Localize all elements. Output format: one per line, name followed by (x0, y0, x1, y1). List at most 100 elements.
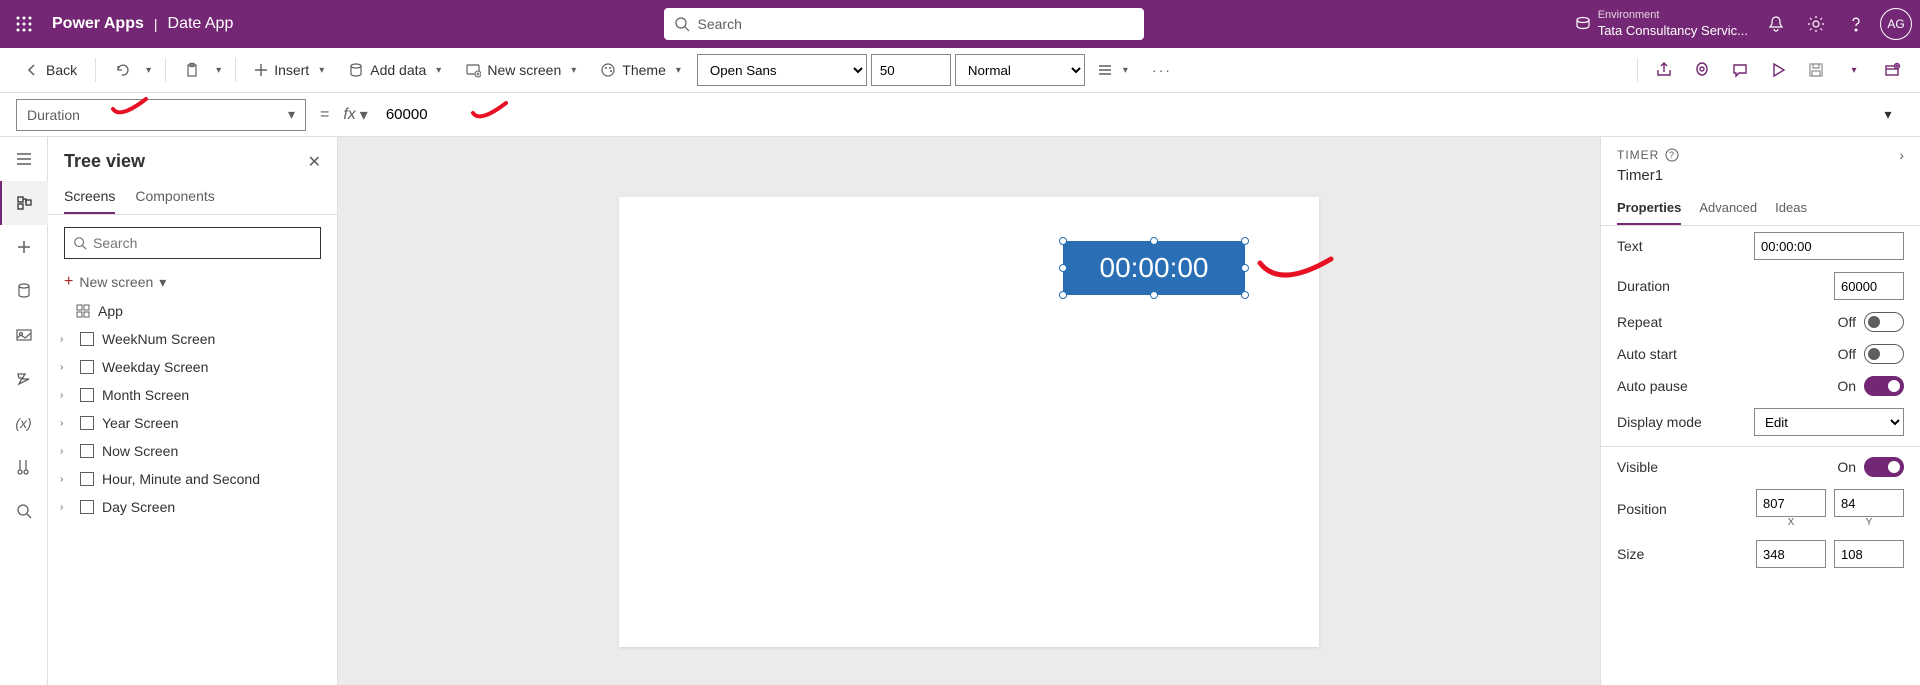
insert-label: Insert (274, 62, 309, 78)
paste-button[interactable] (176, 54, 208, 86)
rail-treeview-icon[interactable] (0, 181, 48, 225)
prop-autopause-label: Auto pause (1617, 378, 1688, 394)
prop-y-input[interactable] (1834, 489, 1904, 517)
prop-duration-label: Duration (1617, 278, 1670, 294)
timer-display: 00:00:00 (1100, 252, 1209, 284)
design-canvas[interactable]: 00:00:00 (338, 137, 1600, 685)
new-screen-button[interactable]: New screen ▾ (457, 54, 588, 86)
property-selector[interactable]: Duration ▾ (16, 99, 306, 131)
screen-icon (465, 62, 481, 78)
rail-variables-icon[interactable]: (x) (0, 401, 48, 445)
panel-expand-icon[interactable]: › (1899, 147, 1904, 163)
rail-search-icon[interactable] (0, 489, 48, 533)
tree-new-screen-label: New screen (79, 274, 153, 290)
tree-item[interactable]: ›Weekday Screen (48, 353, 337, 381)
prop-repeat-toggle[interactable] (1864, 312, 1904, 332)
publish-icon[interactable] (1880, 58, 1904, 82)
help-icon[interactable] (1836, 4, 1876, 44)
rail-insert-icon[interactable] (0, 225, 48, 269)
canvas-screen[interactable]: 00:00:00 (619, 197, 1319, 647)
rail-hamburger-icon[interactable] (0, 137, 48, 181)
prop-visible-toggle[interactable] (1864, 457, 1904, 477)
undo-chevron[interactable]: ▾ (142, 65, 155, 76)
tree-new-screen[interactable]: + New screen ▾ (48, 267, 337, 297)
clipboard-icon (184, 62, 200, 78)
preview-icon[interactable] (1766, 58, 1790, 82)
palette-icon (600, 62, 616, 78)
paste-chevron[interactable]: ▾ (212, 65, 225, 76)
svg-text:?: ? (1669, 150, 1675, 160)
formula-expand-icon[interactable]: ▾ (1872, 99, 1904, 131)
close-icon[interactable]: ✕ (308, 152, 321, 172)
undo-button[interactable] (106, 54, 138, 86)
app-name-label: Date App (168, 15, 234, 33)
add-data-button[interactable]: Add data ▾ (340, 54, 453, 86)
env-name: Tata Consultancy Servic... (1598, 23, 1748, 38)
add-data-label: Add data (370, 62, 426, 78)
annotation-check-3 (1255, 253, 1335, 289)
tab-components[interactable]: Components (135, 180, 214, 214)
tree-item[interactable]: ›WeekNum Screen (48, 325, 337, 353)
rail-powerautomate-icon[interactable] (0, 357, 48, 401)
tree-item[interactable]: ›Year Screen (48, 409, 337, 437)
rail-advanced-tools-icon[interactable] (0, 445, 48, 489)
tree-item[interactable]: ›Month Screen (48, 381, 337, 409)
back-button[interactable]: Back (16, 54, 85, 86)
tree-search[interactable] (64, 227, 321, 259)
control-type-label: TIMER (1617, 148, 1659, 162)
prop-displaymode-select[interactable]: Edit (1754, 408, 1904, 436)
comments-icon[interactable] (1728, 58, 1752, 82)
plus-icon (254, 63, 268, 77)
prop-autopause-toggle[interactable] (1864, 376, 1904, 396)
main-area: (x) Tree view ✕ Screens Components + New… (0, 137, 1920, 685)
prop-position-label: Position (1617, 501, 1667, 517)
prop-visible-value: On (1837, 459, 1856, 475)
proptab-properties[interactable]: Properties (1617, 192, 1681, 225)
settings-icon[interactable] (1796, 4, 1836, 44)
tree-item[interactable]: ›Day Screen (48, 493, 337, 521)
prop-repeat-value: Off (1838, 314, 1856, 330)
more-formatting-button[interactable]: ▾ (1089, 54, 1140, 86)
tree-search-input[interactable] (93, 235, 312, 251)
overflow-button[interactable]: ··· (1144, 54, 1180, 86)
tree-app-node[interactable]: App (48, 297, 337, 325)
save-chevron[interactable]: ▾ (1842, 58, 1866, 82)
prop-h-input[interactable] (1834, 540, 1904, 568)
share-icon[interactable] (1652, 58, 1676, 82)
tree-view-panel: Tree view ✕ Screens Components + New scr… (48, 137, 338, 685)
prop-x-input[interactable] (1756, 489, 1826, 517)
header-search[interactable]: Search (664, 8, 1144, 40)
fx-label[interactable]: fx▾ (343, 105, 367, 125)
command-bar: Back ▾ ▾ Insert ▾ Add data ▾ New screen … (0, 48, 1920, 93)
back-arrow-icon (24, 62, 40, 78)
theme-button[interactable]: Theme ▾ (592, 54, 693, 86)
tree-item[interactable]: ›Now Screen (48, 437, 337, 465)
prop-duration-input[interactable] (1834, 272, 1904, 300)
proptab-ideas[interactable]: Ideas (1775, 192, 1807, 225)
brand-label: Power Apps (52, 15, 144, 33)
user-avatar[interactable]: AG (1880, 8, 1912, 40)
timer-control[interactable]: 00:00:00 (1063, 241, 1245, 295)
tab-screens[interactable]: Screens (64, 180, 115, 214)
formula-input[interactable] (378, 99, 1862, 131)
environment-picker[interactable]: Environment Tata Consultancy Servic... (1574, 9, 1748, 39)
app-launcher-icon[interactable] (8, 8, 40, 40)
prop-text-input[interactable] (1754, 232, 1904, 260)
rail-media-icon[interactable] (0, 313, 48, 357)
env-label: Environment (1598, 9, 1748, 22)
save-icon[interactable] (1804, 58, 1828, 82)
proptab-advanced[interactable]: Advanced (1699, 192, 1757, 225)
notifications-icon[interactable] (1756, 4, 1796, 44)
info-icon[interactable]: ? (1665, 148, 1679, 162)
app-checker-icon[interactable] (1690, 58, 1714, 82)
tree-item[interactable]: ›Hour, Minute and Second (48, 465, 337, 493)
rail-data-icon[interactable] (0, 269, 48, 313)
prop-autostart-toggle[interactable] (1864, 344, 1904, 364)
insert-button[interactable]: Insert ▾ (246, 54, 336, 86)
fontsize-input[interactable] (871, 54, 951, 86)
prop-w-input[interactable] (1756, 540, 1826, 568)
theme-label: Theme (622, 62, 666, 78)
control-name[interactable]: Timer1 (1601, 167, 1920, 192)
font-select[interactable]: Open Sans (697, 54, 867, 86)
fontweight-select[interactable]: Normal (955, 54, 1085, 86)
